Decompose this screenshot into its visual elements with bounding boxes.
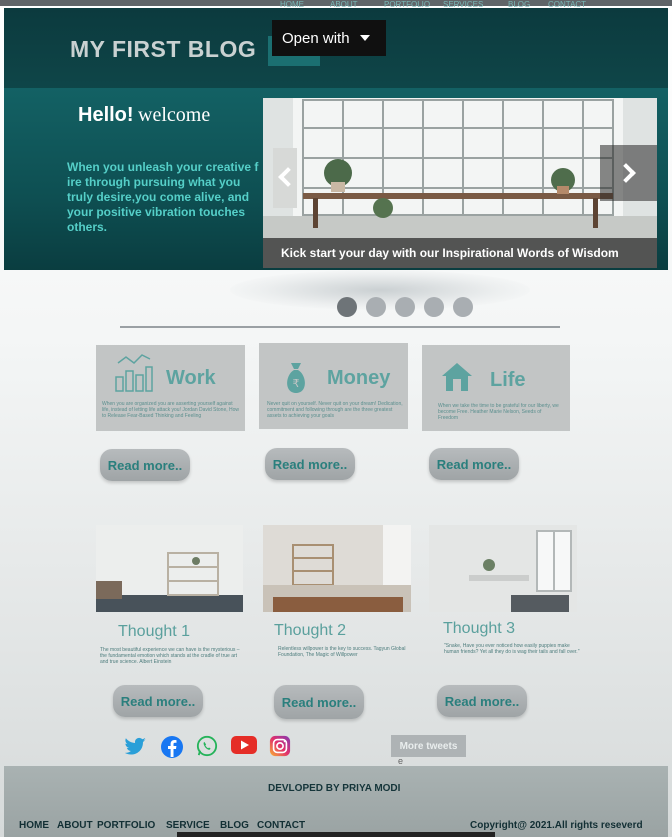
read-more-button-thought-1[interactable]: Read more.. [113,685,203,717]
card-money[interactable]: ₹ Money Never quit on yourself. Never qu… [259,343,408,429]
open-with-label: Open with [282,29,350,47]
tweets-overflow-text: e [398,756,404,766]
hero-quote: When you unleash your creative f ire thr… [67,160,259,234]
thought-text: "Snake, Have you ever noticed how easily… [444,643,580,655]
slide-caption: Kick start your day with our Inspiration… [281,246,619,260]
carousel-dot[interactable] [337,297,357,317]
footer-nav-contact[interactable]: CONTACT [257,820,305,831]
read-more-button-work[interactable]: Read more.. [100,449,190,481]
whatsapp-icon[interactable] [196,735,218,757]
carousel-next-button[interactable] [600,145,657,201]
card-work[interactable]: Work When you are organized you are asse… [96,345,245,431]
read-more-button-thought-2[interactable]: Read more.. [274,685,364,719]
thought-text: Relentless willpower is the key to succe… [278,646,406,658]
thought-title: Thought 3 [443,620,516,637]
card-title: Work [166,367,216,389]
footer-nav-portfolio[interactable]: PORTFOLIO [97,820,155,831]
hero-greeting: Hello! welcome [78,104,210,127]
instagram-icon[interactable] [269,735,291,757]
room-image [96,525,243,612]
money-bag-icon: ₹ [287,363,305,393]
carousel-dot[interactable] [424,297,444,317]
footer-nav-service[interactable]: SERVICE [166,820,210,831]
youtube-icon[interactable] [231,735,257,755]
carousel-dot[interactable] [366,297,386,317]
room-image [263,525,411,612]
svg-text:₹: ₹ [293,377,300,390]
thought-text: The most beautiful experience we can hav… [100,647,240,665]
caret-down-icon [359,35,370,41]
card-life[interactable]: Life When we take the time to be gratefu… [422,345,570,431]
thought-title: Thought 2 [274,622,347,639]
bottom-bar [177,832,495,837]
developer-credit: DEVLOPED BY PRIYA MODI [268,783,401,794]
hello-text: Hello! [78,104,134,126]
footer-nav-about[interactable]: ABOUT [57,820,93,831]
thought-title: Thought 1 [118,623,191,640]
card-text: When you are organized you are asserting… [102,401,240,419]
read-more-button-money[interactable]: Read more.. [265,448,355,480]
carousel-prev-button[interactable] [263,157,307,197]
house-icon [442,363,472,391]
nav-item-home[interactable]: HOME [280,0,304,9]
nav-item-about[interactable]: ABOUT [330,0,358,9]
nav-item-blog[interactable]: BLOG [508,0,530,9]
copyright-text: Copyright@ 2021.All rights reseverd [470,820,643,831]
card-text: When we take the time to be grateful for… [438,403,559,421]
section-divider [120,326,560,328]
thought-2-image[interactable] [263,525,411,612]
nav-item-portfolio[interactable]: PORTFOLIO [384,0,430,9]
growth-chart-icon [115,354,153,392]
nav-item-services[interactable]: SERVICES [443,0,483,9]
open-with-button[interactable]: Open with [272,20,386,56]
card-title: Money [327,367,391,389]
read-more-button-life[interactable]: Read more.. [429,448,519,480]
site-logo[interactable]: MY FIRST BLOG [70,36,256,63]
carousel-dot[interactable] [453,297,473,317]
thought-3-image[interactable] [429,525,577,612]
thought-1-image[interactable] [96,525,243,612]
read-more-button-thought-3[interactable]: Read more.. [437,685,527,717]
carousel-slide[interactable]: Kick start your day with our Inspiration… [263,98,657,268]
footer-nav-blog[interactable]: BLOG [220,820,249,831]
room-image [429,525,577,612]
carousel-indicators [337,297,473,317]
nav-item-contact[interactable]: CONTACT [548,0,586,9]
card-text: Never quit on yourself. Never quit on yo… [267,401,403,419]
facebook-icon[interactable] [160,735,184,759]
chevron-left-icon [278,167,298,187]
more-tweets-button[interactable]: More tweets [391,735,466,757]
card-title: Life [490,369,526,391]
footer-nav-home[interactable]: HOME [19,820,49,831]
carousel-dot[interactable] [395,297,415,317]
welcome-text: welcome [138,104,211,126]
chevron-right-icon [615,163,636,183]
twitter-icon[interactable] [125,735,147,757]
